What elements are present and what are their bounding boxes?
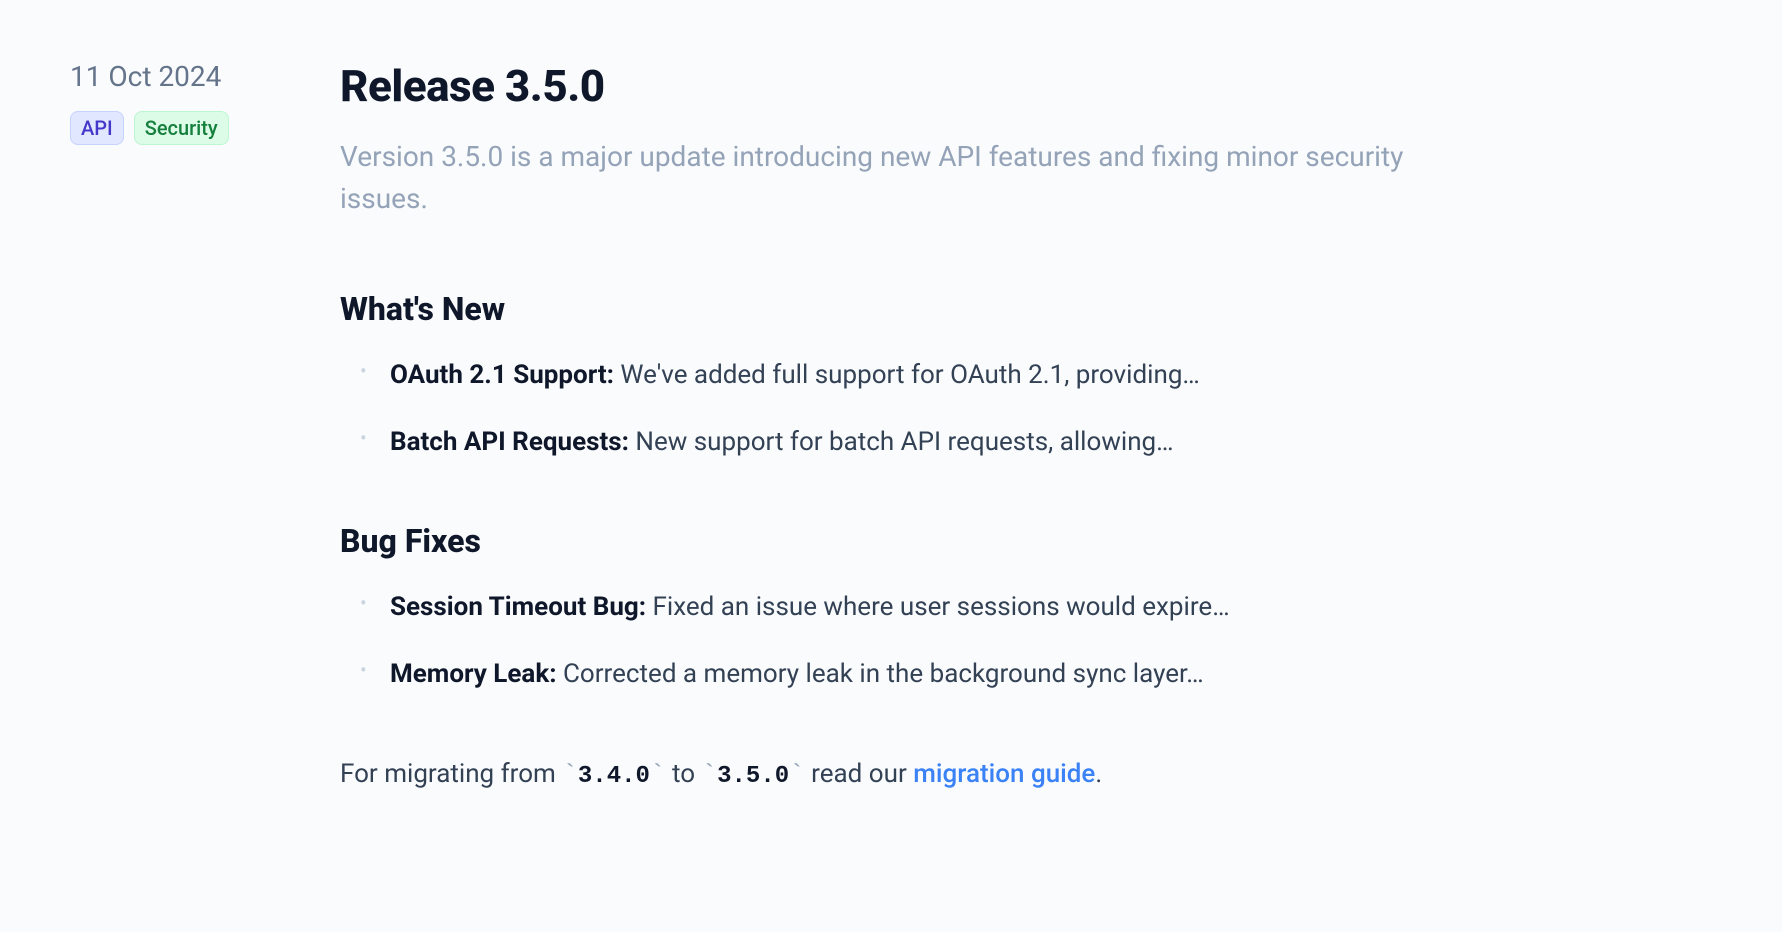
list-item: OAuth 2.1 Support: We've added full supp… — [340, 356, 1470, 395]
item-text: Fixed an issue where user sessions would… — [646, 592, 1230, 622]
list-item: Batch API Requests: New support for batc… — [340, 423, 1470, 462]
whats-new-section: What's New OAuth 2.1 Support: We've adde… — [340, 290, 1470, 462]
list-item: Session Timeout Bug: Fixed an issue wher… — [340, 588, 1470, 627]
item-title: Session Timeout Bug: — [390, 592, 646, 622]
migration-note: For migrating from `3.4.0` to `3.5.0` re… — [340, 754, 1470, 797]
release-description: Version 3.5.0 is a major update introduc… — [340, 136, 1470, 220]
bug-fixes-section: Bug Fixes Session Timeout Bug: Fixed an … — [340, 522, 1470, 694]
backtick-icon: ` — [562, 760, 578, 790]
release-title: Release 3.5.0 — [340, 60, 1470, 112]
footer-suffix: read our — [805, 759, 913, 789]
backtick-icon: ` — [702, 760, 718, 790]
item-title: OAuth 2.1 Support: — [390, 360, 614, 390]
backtick-icon: ` — [789, 760, 805, 790]
version-code-to: 3.5.0 — [717, 763, 789, 790]
backtick-icon: ` — [650, 760, 666, 790]
release-tags: API Security — [70, 111, 270, 145]
footer-end: . — [1095, 759, 1102, 789]
footer-prefix: For migrating from — [340, 759, 562, 789]
version-code-from: 3.4.0 — [578, 763, 650, 790]
item-text: New support for batch API requests, allo… — [629, 427, 1174, 457]
tag-api[interactable]: API — [70, 111, 124, 145]
release-content: Release 3.5.0 Version 3.5.0 is a major u… — [340, 60, 1470, 797]
section-heading: Bug Fixes — [340, 522, 1470, 560]
section-heading: What's New — [340, 290, 1470, 328]
item-title: Memory Leak: — [390, 659, 557, 689]
whats-new-list: OAuth 2.1 Support: We've added full supp… — [340, 356, 1470, 462]
item-text: We've added full support for OAuth 2.1, … — [614, 360, 1200, 390]
item-title: Batch API Requests: — [390, 427, 629, 457]
tag-security[interactable]: Security — [134, 111, 229, 145]
footer-middle: to — [666, 759, 702, 789]
migration-guide-link[interactable]: migration guide — [913, 759, 1095, 789]
list-item: Memory Leak: Corrected a memory leak in … — [340, 655, 1470, 694]
release-date: 11 Oct 2024 — [70, 60, 270, 93]
release-sidebar: 11 Oct 2024 API Security — [70, 60, 270, 797]
bug-fixes-list: Session Timeout Bug: Fixed an issue wher… — [340, 588, 1470, 694]
item-text: Corrected a memory leak in the backgroun… — [557, 659, 1204, 689]
